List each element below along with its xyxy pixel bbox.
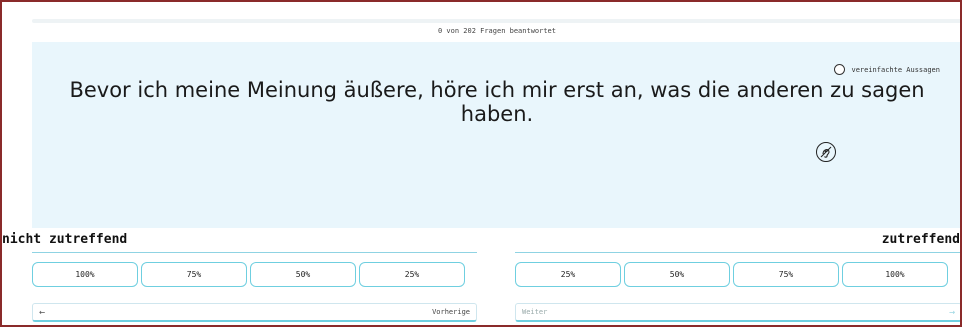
option-right-75[interactable]: 75% <box>733 262 839 287</box>
progress-bar <box>32 19 960 23</box>
next-label: Weiter <box>522 308 548 316</box>
option-left-50[interactable]: 50% <box>250 262 356 287</box>
option-left-100[interactable]: 100% <box>32 262 138 287</box>
previous-label: Vorherige <box>432 308 470 316</box>
option-right-25[interactable]: 25% <box>515 262 621 287</box>
simplified-toggle[interactable]: vereinfachte Aussagen <box>834 64 940 75</box>
app-frame: 0 von 202 Fragen beantwortet vereinfacht… <box>0 0 962 327</box>
scale-label-left: nicht zutreffend <box>2 232 128 247</box>
next-button[interactable]: Weiter → <box>515 303 960 322</box>
option-right-100[interactable]: 100% <box>842 262 948 287</box>
divider-left <box>32 252 477 253</box>
radio-icon[interactable] <box>834 64 846 75</box>
arrow-left-icon: ← <box>39 306 46 318</box>
simplified-toggle-label: vereinfachte Aussagen <box>851 65 940 74</box>
options-right: 25% 50% 75% 100% <box>515 262 948 287</box>
question-text: Bevor ich meine Meinung äußere, höre ich… <box>69 78 925 126</box>
question-panel: vereinfachte Aussagen Bevor ich meine Me… <box>32 42 960 228</box>
arrow-right-icon: → <box>948 306 955 318</box>
options-left: 100% 75% 50% 25% <box>32 262 465 287</box>
progress-text: 0 von 202 Fragen beantwortet <box>437 27 556 35</box>
option-left-75[interactable]: 75% <box>141 262 247 287</box>
option-right-50[interactable]: 50% <box>624 262 730 287</box>
previous-button[interactable]: ← Vorherige <box>32 303 477 322</box>
scale-label-right: zutreffend <box>881 232 960 247</box>
audio-off-icon[interactable] <box>816 142 836 162</box>
divider-right <box>515 252 960 253</box>
option-left-25[interactable]: 25% <box>359 262 465 287</box>
